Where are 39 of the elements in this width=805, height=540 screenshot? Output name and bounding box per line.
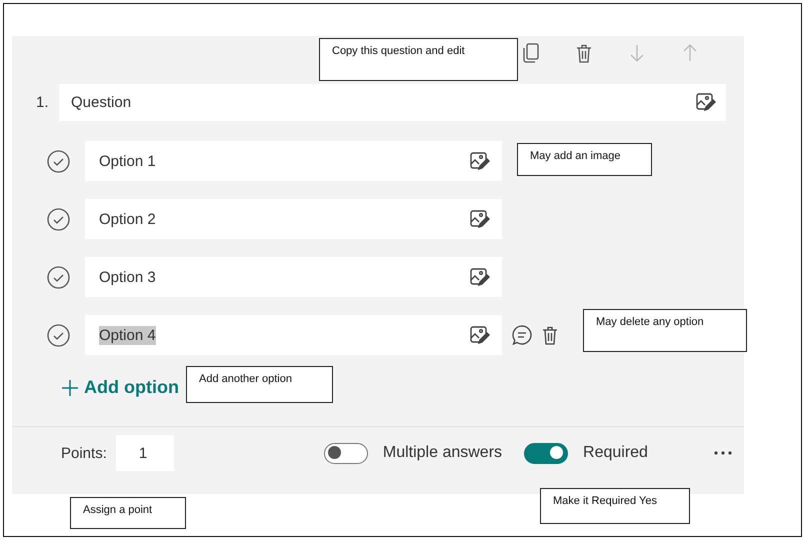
image-edit-icon[interactable]: [696, 93, 716, 112]
option-field[interactable]: Option 1: [85, 141, 502, 181]
image-edit-icon[interactable]: [470, 326, 490, 344]
option-text: Option 1: [99, 152, 156, 170]
question-number: 1.: [36, 94, 50, 111]
points-field[interactable]: 1: [116, 435, 174, 471]
image-edit-icon[interactable]: [470, 152, 490, 170]
annotation-callout: Copy this question and edit: [319, 38, 518, 81]
option-field[interactable]: Option 4: [85, 315, 502, 355]
copy-icon[interactable]: [522, 43, 538, 63]
plus-icon: [62, 380, 78, 396]
add-option-button[interactable]: Add option: [62, 377, 179, 398]
toggle-label: Required: [583, 444, 648, 462]
more-icon[interactable]: [714, 451, 732, 455]
check-circle-icon[interactable]: [47, 266, 70, 288]
check-circle-icon[interactable]: [47, 208, 70, 230]
annotation-callout: Add another option: [186, 366, 333, 403]
toggle-label: Multiple answers: [382, 444, 502, 462]
image-edit-icon[interactable]: [470, 268, 490, 286]
check-circle-icon[interactable]: [47, 324, 70, 346]
trash-icon[interactable]: [576, 44, 592, 62]
trash-icon[interactable]: [542, 326, 558, 344]
toggle-switch[interactable]: [524, 442, 568, 464]
image-edit-icon[interactable]: [470, 210, 490, 228]
option-text: Option 4: [99, 326, 156, 344]
annotation-callout: Assign a point: [70, 497, 186, 529]
annotation-callout: May add an image: [517, 143, 652, 176]
toggle-switch[interactable]: [324, 442, 368, 464]
option-field[interactable]: Option 2: [85, 199, 502, 239]
annotation-callout: May delete any option: [583, 309, 747, 352]
annotation-callout: Make it Required Yes: [540, 488, 690, 524]
question-field[interactable]: Question: [59, 84, 726, 121]
points-label: Points:: [61, 444, 107, 462]
option-field[interactable]: Option 3: [85, 257, 502, 297]
comment-icon[interactable]: [512, 325, 532, 345]
option-text: Option 2: [99, 210, 156, 228]
option-text: Option 3: [99, 268, 156, 286]
check-circle-icon[interactable]: [47, 150, 70, 172]
question-text: Question: [71, 94, 132, 111]
